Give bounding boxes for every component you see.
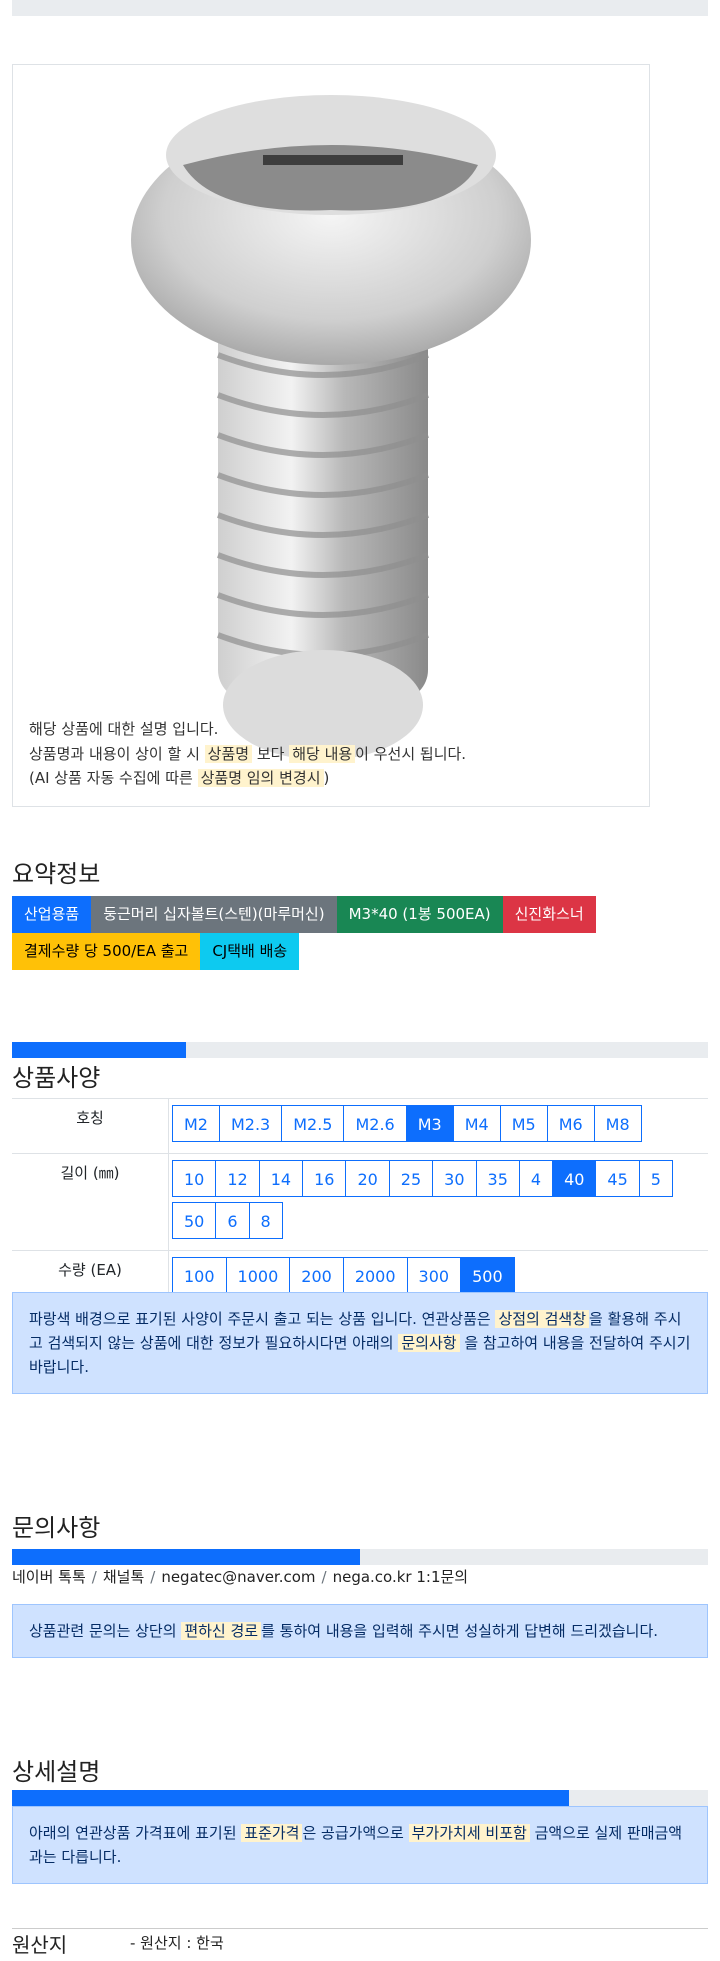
specs-notice: 파랑색 배경으로 표기된 사양이 주문시 출고 되는 상품 입니다. 연관상품은… (12, 1292, 708, 1394)
notice-text: 상품관련 문의는 상단의 (29, 1622, 182, 1640)
caption-text: 상품명과 내용이 상이 할 시 (29, 744, 205, 763)
inquiry-progress-bar (12, 1549, 708, 1565)
detail-notice: 아래의 연관상품 가격표에 표기된 표준가격 은 공급가액으로 부가가치세 비포함… (12, 1806, 708, 1884)
notice-text: 아래의 연관상품 가격표에 표기된 (29, 1824, 242, 1842)
spec-option-button[interactable]: 100 (172, 1257, 227, 1294)
caption-line-2: 상품명과 내용이 상이 할 시 상품명 보다 해당 내용 이 우선시 됩니다. (29, 742, 466, 767)
spec-option-button[interactable]: 8 (248, 1202, 283, 1239)
spec-table: 호칭 M2 M2.3 M2.5 M2.6 M3 M4 M5 M6 M8 길이 (㎜) 10 12 14 16… (12, 1098, 708, 1305)
badge-courier: CJ택배 배송 (200, 933, 300, 970)
spec-option-button[interactable]: 25 (388, 1160, 434, 1197)
spec-option-button[interactable]: 50 (172, 1202, 217, 1239)
caption-line-1: 해당 상품에 대한 설명 입니다. (29, 720, 219, 738)
detail-progress-bar (12, 1790, 708, 1806)
caption-text: 보다 (252, 744, 290, 763)
notice-highlight: 부가가치세 비포함 (408, 1824, 530, 1842)
notice-highlight: 편하신 경로 (181, 1622, 262, 1640)
spec-option-button[interactable]: 2000 (342, 1257, 408, 1294)
detail-title: 상세설명 (12, 1758, 101, 1786)
caption-text: (AI 상품 자동 수집에 따른 (29, 769, 198, 787)
badge-shipping-qty: 결제수량 당 500/EA 출고 (12, 933, 201, 970)
origin-divider (12, 1928, 708, 1929)
origin-value: - 원산지 : 한국 (130, 1934, 224, 1952)
spec-option-button[interactable]: 35 (475, 1160, 520, 1197)
spec-option-button[interactable]: M2.3 (218, 1105, 283, 1142)
notice-highlight: 상점의 검색창 (495, 1310, 590, 1328)
notice-text: 를 통하여 내용을 입력해 주시면 성실하게 답변해 드리겠습니다. (261, 1622, 659, 1640)
spec-option-button[interactable]: M5 (499, 1105, 548, 1142)
notice-highlight: 문의사항 (398, 1334, 460, 1352)
breadcrumb-separator: / (91, 1568, 97, 1586)
product-screw-image (131, 95, 531, 760)
badge-maker: 신진화스너 (502, 896, 596, 933)
badge-category: 산업용품 (12, 896, 92, 933)
spec-row: 호칭 M2 M2.3 M2.5 M2.6 M3 M4 M5 M6 M8 (12, 1098, 708, 1154)
caption-highlight: 상품명 (204, 744, 253, 763)
inquiry-title: 문의사항 (12, 1514, 101, 1542)
spec-option-button[interactable]: 300 (406, 1257, 462, 1294)
notice-highlight: 표준가격 (241, 1824, 303, 1842)
spec-label: 호칭 (12, 1098, 169, 1154)
spec-options: M2 M2.3 M2.5 M2.6 M3 M4 M5 M6 M8 (168, 1098, 708, 1154)
image-caption: 해당 상품에 대한 설명 입니다. 상품명과 내용이 상이 할 시 상품명 보다… (29, 717, 466, 791)
contact-channel-talk[interactable]: 채널톡 (103, 1568, 144, 1586)
breadcrumb-separator: / (321, 1568, 327, 1586)
specs-progress-bar (12, 1042, 708, 1058)
contact-breadcrumb: 네이버 톡톡 / 채널톡 / negatec@naver.com / nega.co.kr … (12, 1566, 468, 1587)
spec-option-button[interactable]: M2.6 (343, 1105, 407, 1142)
notice-text: 파랑색 배경으로 표기된 사양이 주문시 출고 되는 상품 입니다. 연관상품은 (29, 1310, 496, 1328)
spec-option-button[interactable]: M2.5 (281, 1105, 345, 1142)
spec-option-button[interactable]: M4 (452, 1105, 501, 1142)
detail-progress-fill (12, 1790, 569, 1806)
origin-title: 원산지 (12, 1933, 68, 1957)
product-image-frame: 해당 상품에 대한 설명 입니다. 상품명과 내용이 상이 할 시 상품명 보다… (12, 64, 650, 807)
spec-option-button[interactable]: M8 (593, 1105, 642, 1142)
spec-option-button[interactable]: 500 (460, 1257, 515, 1294)
spec-label: 길이 (㎜) (12, 1153, 169, 1251)
spec-option-button[interactable]: M3 (405, 1105, 454, 1142)
spec-option-button[interactable]: 40 (552, 1160, 597, 1197)
spec-option-button[interactable]: 6 (215, 1202, 250, 1239)
spec-option-button[interactable]: M6 (546, 1105, 595, 1142)
inquiry-progress-fill (12, 1549, 360, 1565)
caption-text: ) (323, 769, 330, 787)
contact-naver-talk[interactable]: 네이버 톡톡 (12, 1568, 86, 1586)
badge-product-name: 둥근머리 십자볼트(스텐)(마루머신) (91, 896, 337, 933)
badge-spec: M3*40 (1봉 500EA) (336, 896, 503, 933)
caption-text: 이 우선시 됩니다. (355, 744, 467, 763)
caption-highlight: 상품명 임의 변경시 (197, 769, 324, 787)
contact-email[interactable]: negatec@naver.com (161, 1568, 315, 1586)
summary-title: 요약정보 (12, 860, 101, 888)
spec-option-button[interactable]: 30 (432, 1160, 477, 1197)
spec-option-button[interactable]: 45 (595, 1160, 640, 1197)
contact-site-inquiry[interactable]: nega.co.kr 1:1문의 (333, 1568, 469, 1586)
spec-option-button[interactable]: 16 (302, 1160, 347, 1197)
specs-title: 상품사양 (12, 1064, 101, 1092)
summary-badges: 산업용품 둥근머리 십자볼트(스텐)(마루머신) M3*40 (1봉 500EA… (12, 896, 652, 970)
notice-text: 은 공급가액으로 (302, 1824, 409, 1842)
spec-option-button[interactable]: 12 (215, 1160, 260, 1197)
spec-option-button[interactable]: 14 (258, 1160, 304, 1197)
spec-option-button[interactable]: 1000 (225, 1257, 291, 1294)
spec-option-button[interactable]: 5 (638, 1160, 673, 1197)
specs-progress-fill (12, 1042, 186, 1058)
spec-option-button[interactable]: 4 (518, 1160, 554, 1197)
spec-row: 길이 (㎜) 10 12 14 16 20 25 30 35 4 40 45 5 50 6 8 (12, 1153, 708, 1251)
breadcrumb-separator: / (150, 1568, 156, 1586)
caption-highlight: 해당 내용 (289, 744, 356, 763)
top-progress-bar (12, 0, 708, 16)
caption-line-3: (AI 상품 자동 수집에 따른 상품명 임의 변경시) (29, 766, 466, 791)
spec-option-button[interactable]: 20 (345, 1160, 390, 1197)
spec-option-button[interactable]: 10 (172, 1160, 217, 1197)
spec-option-button[interactable]: 200 (289, 1257, 344, 1294)
spec-option-button[interactable]: M2 (172, 1105, 220, 1142)
spec-options: 10 12 14 16 20 25 30 35 4 40 45 5 50 6 8 (168, 1153, 708, 1251)
inquiry-notice: 상품관련 문의는 상단의 편하신 경로 를 통하여 내용을 입력해 주시면 성실하… (12, 1604, 708, 1658)
